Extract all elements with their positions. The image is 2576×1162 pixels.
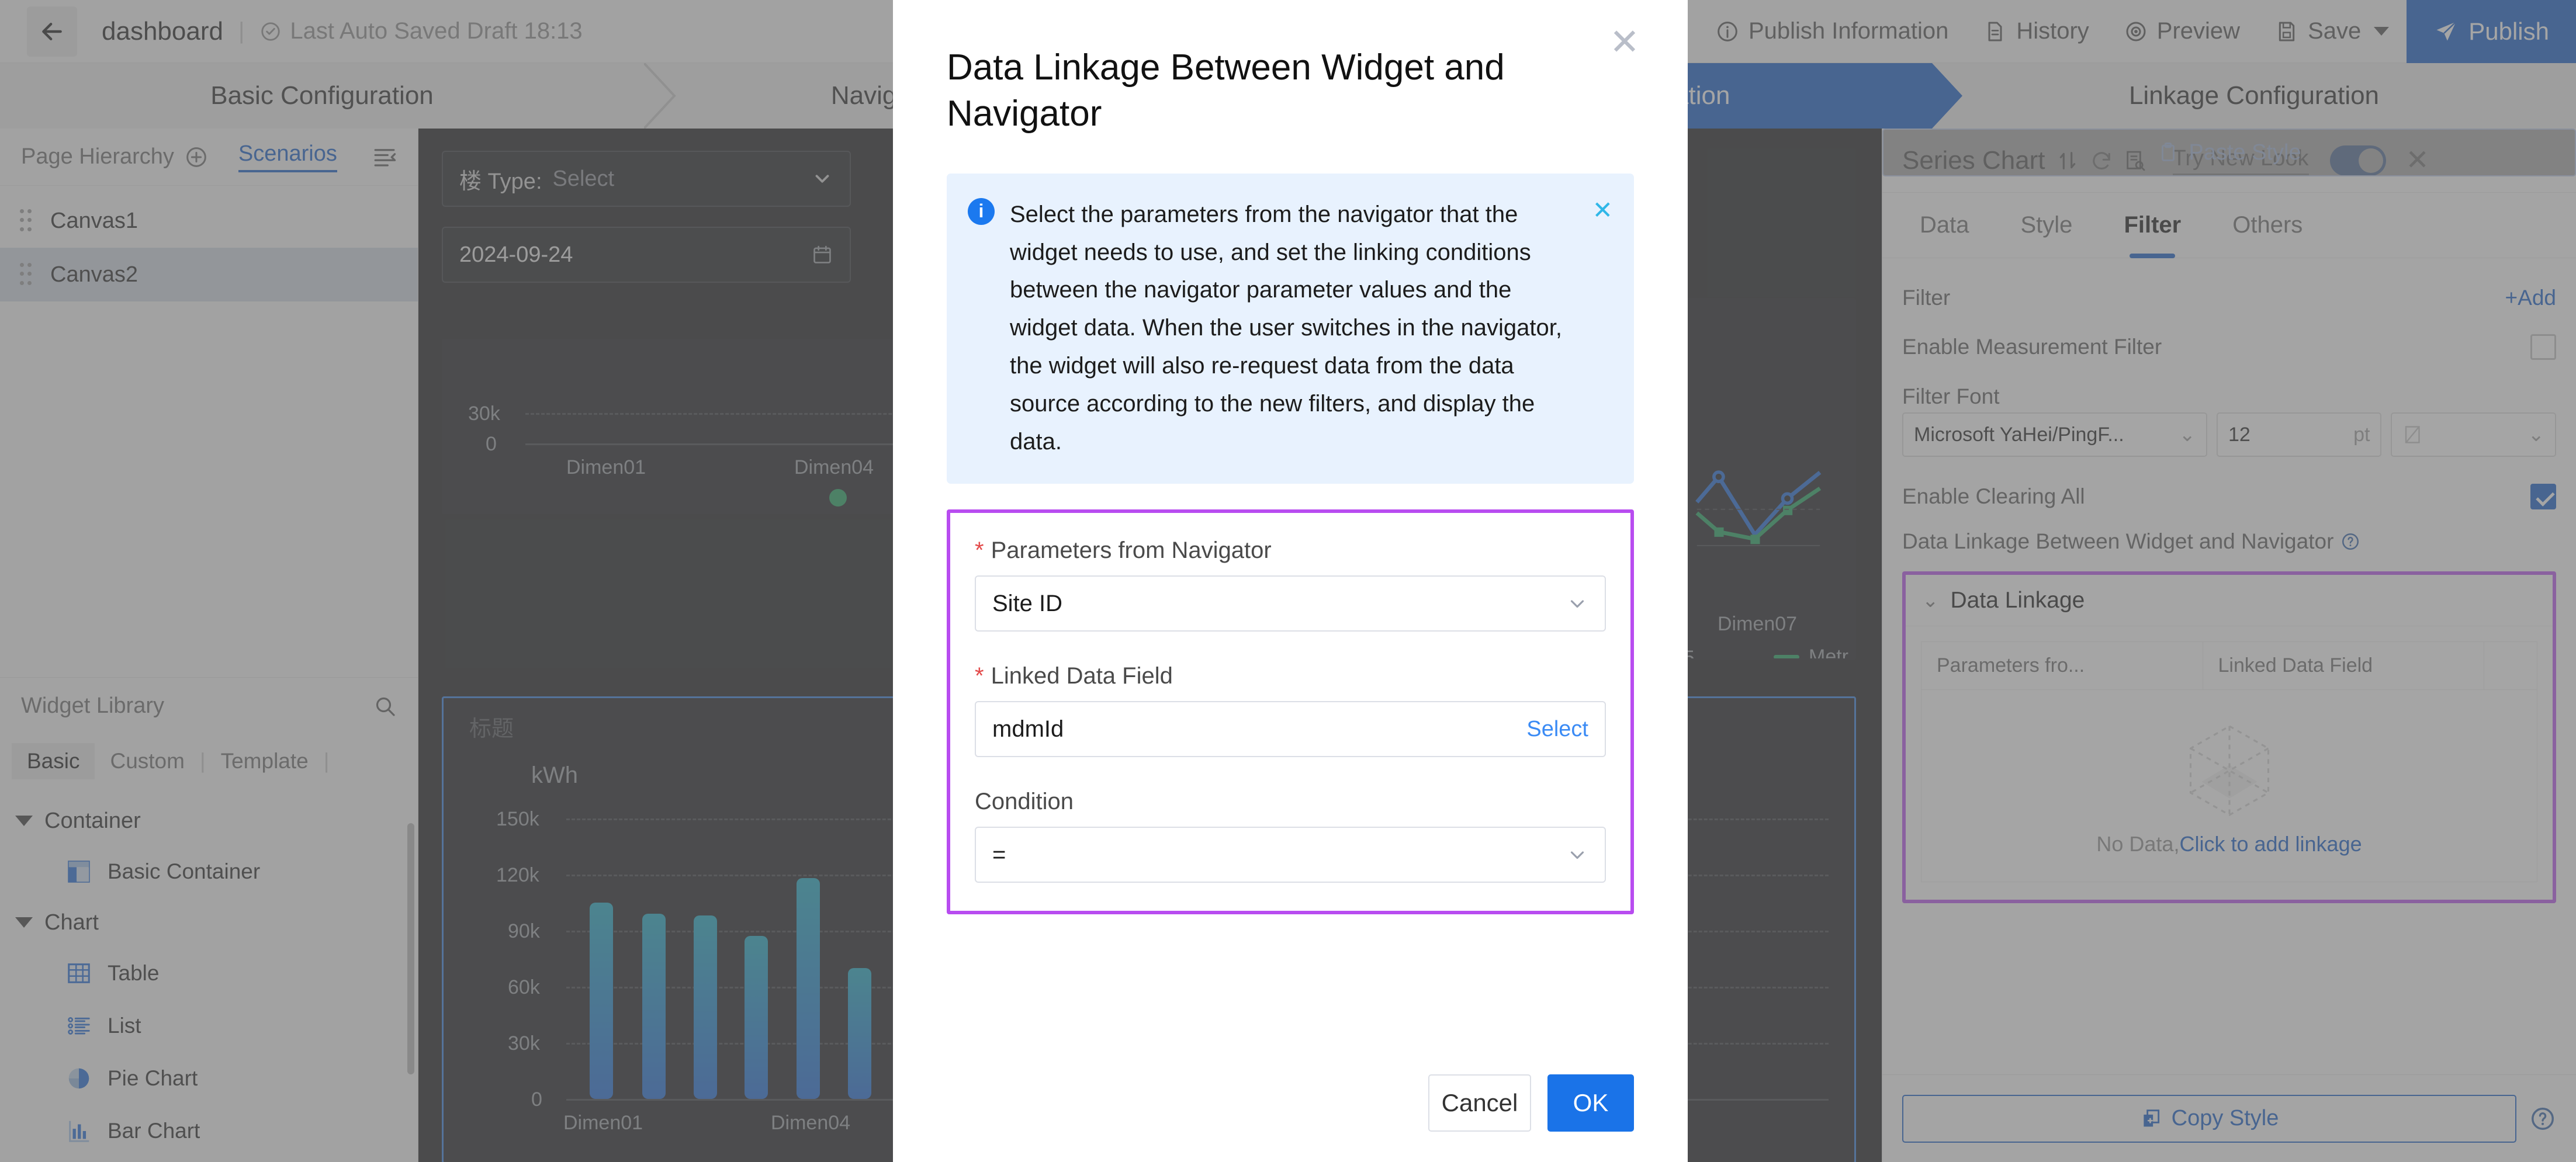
- condition-select[interactable]: =: [975, 827, 1606, 883]
- parameters-from-navigator-label: * Parameters from Navigator: [975, 537, 1606, 564]
- chevron-down-icon: [1570, 600, 1584, 608]
- linked-data-field-label: * Linked Data Field: [975, 663, 1606, 689]
- cancel-button[interactable]: Cancel: [1428, 1074, 1531, 1132]
- data-linkage-modal: ✕ Data Linkage Between Widget and Naviga…: [893, 0, 1688, 1162]
- modal-footer: Cancel OK: [947, 1074, 1634, 1132]
- note-close-icon[interactable]: ✕: [1592, 197, 1613, 461]
- field-label-text: Parameters from Navigator: [991, 537, 1272, 564]
- chevron-down-icon: [1570, 851, 1584, 859]
- modal-close-icon[interactable]: ✕: [1609, 25, 1640, 61]
- ok-button[interactable]: OK: [1547, 1074, 1634, 1132]
- required-asterisk: *: [975, 537, 984, 564]
- condition-label: Condition: [975, 789, 1606, 815]
- linked-data-field-input[interactable]: mdmId Select: [975, 701, 1606, 758]
- linked-data-field-value: mdmId: [992, 716, 1064, 742]
- select-field-link[interactable]: Select: [1526, 717, 1588, 742]
- modal-note-text: Select the parameters from the navigator…: [1010, 201, 1562, 455]
- field-label-text: Linked Data Field: [991, 663, 1173, 689]
- modal-title: Data Linkage Between Widget and Navigato…: [947, 47, 1505, 134]
- condition-value: =: [992, 841, 1006, 868]
- info-icon: i: [968, 197, 995, 225]
- parameters-from-navigator-value: Site ID: [992, 590, 1063, 616]
- modal-fields-highlight-box: * Parameters from Navigator Site ID * Li…: [947, 509, 1634, 915]
- parameters-from-navigator-select[interactable]: Site ID: [975, 575, 1606, 632]
- required-asterisk: *: [975, 663, 984, 689]
- modal-info-note: i Select the parameters from the navigat…: [947, 173, 1634, 484]
- app-root: dashboard | Last Auto Saved Draft 18:13 …: [0, 0, 2576, 1162]
- field-label-text: Condition: [975, 789, 1074, 815]
